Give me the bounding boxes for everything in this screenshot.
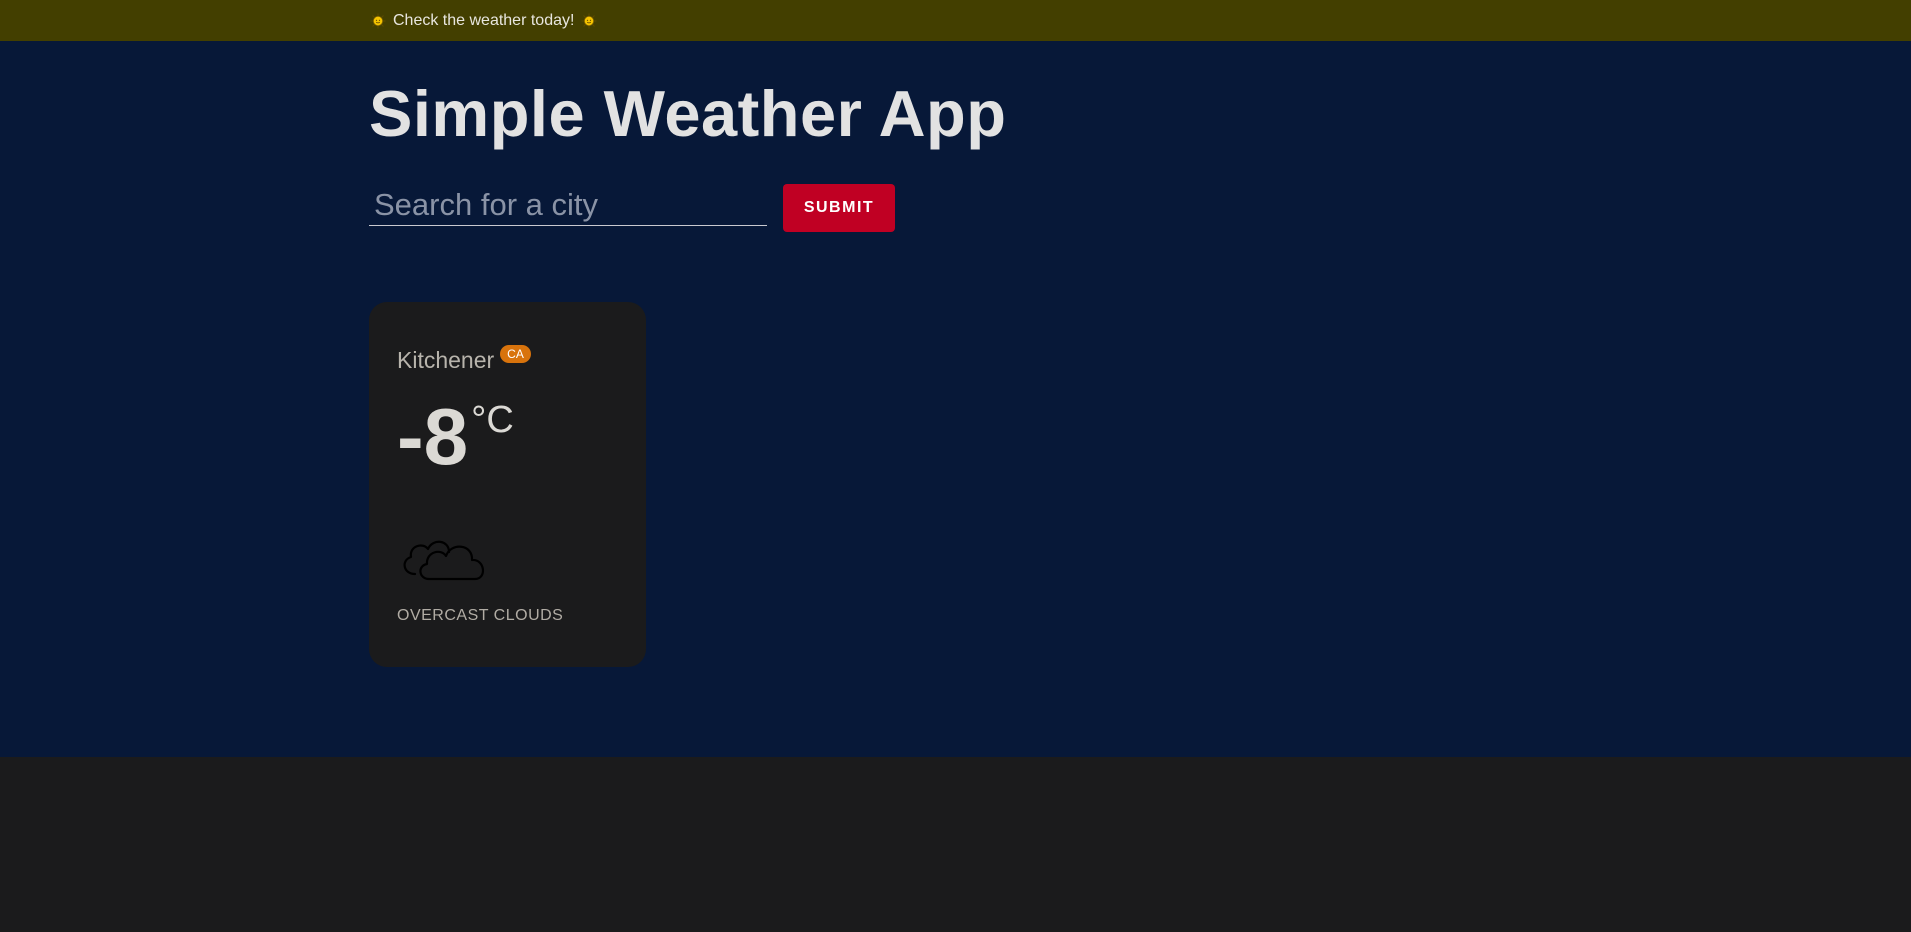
main-section: Simple Weather App SUBMIT Kitchener CA -…	[0, 41, 1911, 757]
country-badge: CA	[500, 345, 531, 363]
search-form: SUBMIT	[369, 183, 895, 272]
banner-content: Check the weather today!	[370, 12, 597, 30]
weather-description: overcast clouds	[397, 607, 564, 624]
city-name: Kitchener	[397, 347, 495, 373]
weather-card: Kitchener CA -8 °C overcast clouds	[369, 302, 646, 667]
sun-icon	[370, 13, 386, 29]
page-title: Simple Weather App	[369, 77, 1007, 150]
sun-icon	[581, 13, 597, 29]
submit-button[interactable]: SUBMIT	[783, 184, 895, 232]
banner-text: Check the weather today!	[393, 11, 575, 29]
cloud-icon	[397, 524, 493, 584]
search-input[interactable]	[369, 184, 767, 226]
city-row: Kitchener CA	[397, 345, 531, 374]
temperature-value: -8	[397, 392, 469, 481]
temperature-unit: °C	[471, 399, 514, 441]
footer	[0, 757, 1911, 932]
top-banner: Check the weather today!	[0, 0, 1911, 41]
temperature-row: -8 °C	[397, 397, 514, 477]
